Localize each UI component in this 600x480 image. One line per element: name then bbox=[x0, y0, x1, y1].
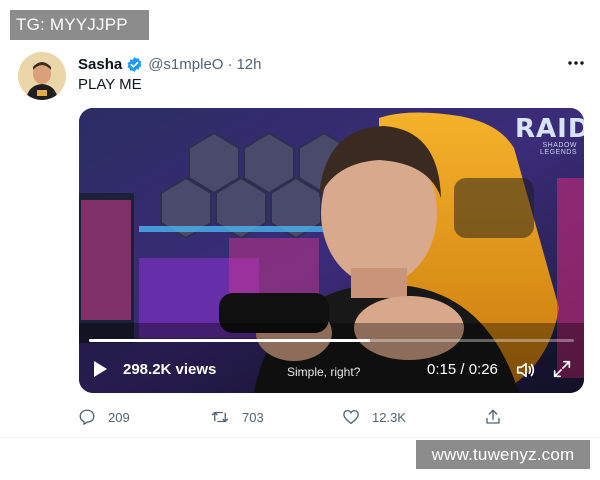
verified-badge-icon bbox=[127, 56, 142, 72]
like-icon bbox=[343, 409, 359, 425]
tweet-header: Sasha @s1mpleO · 12h bbox=[78, 54, 261, 74]
reply-icon bbox=[79, 409, 95, 425]
tweet-divider bbox=[0, 437, 600, 438]
fullscreen-icon[interactable] bbox=[551, 358, 573, 380]
avatar[interactable] bbox=[18, 52, 66, 100]
tweet-time[interactable]: 12h bbox=[236, 56, 261, 73]
share-button[interactable] bbox=[484, 404, 514, 430]
retweet-count: 703 bbox=[242, 409, 264, 425]
reply-button[interactable]: 209 bbox=[78, 404, 130, 430]
more-icon[interactable] bbox=[566, 56, 586, 70]
reply-count: 209 bbox=[108, 409, 130, 425]
video-caption: Simple, right? bbox=[287, 365, 361, 379]
video-player[interactable]: RAID SHADOW LEGENDS 298.2K views Simple,… bbox=[79, 108, 584, 393]
video-controls: 298.2K views Simple, right? 0:15 / 0:26 bbox=[79, 354, 584, 384]
tweet-text: PLAY ME bbox=[78, 76, 142, 93]
view-count: 298.2K views bbox=[123, 361, 217, 378]
author-name[interactable]: Sasha bbox=[78, 56, 122, 73]
avatar-image bbox=[18, 52, 66, 100]
watermark-top-left: TG: MYYJJPP bbox=[10, 10, 149, 40]
like-count: 12.3K bbox=[372, 409, 406, 425]
separator-dot: · bbox=[227, 55, 233, 73]
volume-icon[interactable] bbox=[515, 359, 537, 381]
channel-logo-subtitle: SHADOW LEGENDS bbox=[540, 142, 577, 156]
video-frame bbox=[79, 108, 584, 393]
watermark-bottom-right: www.tuwenyz.com bbox=[416, 440, 590, 469]
channel-logo: RAID bbox=[515, 114, 584, 144]
retweet-icon bbox=[211, 411, 229, 423]
share-icon bbox=[486, 409, 500, 424]
video-timecode: 0:15 / 0:26 bbox=[427, 361, 498, 378]
retweet-button[interactable]: 703 bbox=[210, 404, 264, 430]
play-icon[interactable] bbox=[91, 360, 109, 378]
tweet-actions: 209 703 12.3K bbox=[78, 404, 508, 430]
video-progress-fill bbox=[89, 339, 371, 342]
author-handle[interactable]: @s1mpleO bbox=[148, 56, 223, 73]
like-button[interactable]: 12.3K bbox=[342, 404, 406, 430]
video-progress-bar[interactable] bbox=[89, 339, 574, 342]
